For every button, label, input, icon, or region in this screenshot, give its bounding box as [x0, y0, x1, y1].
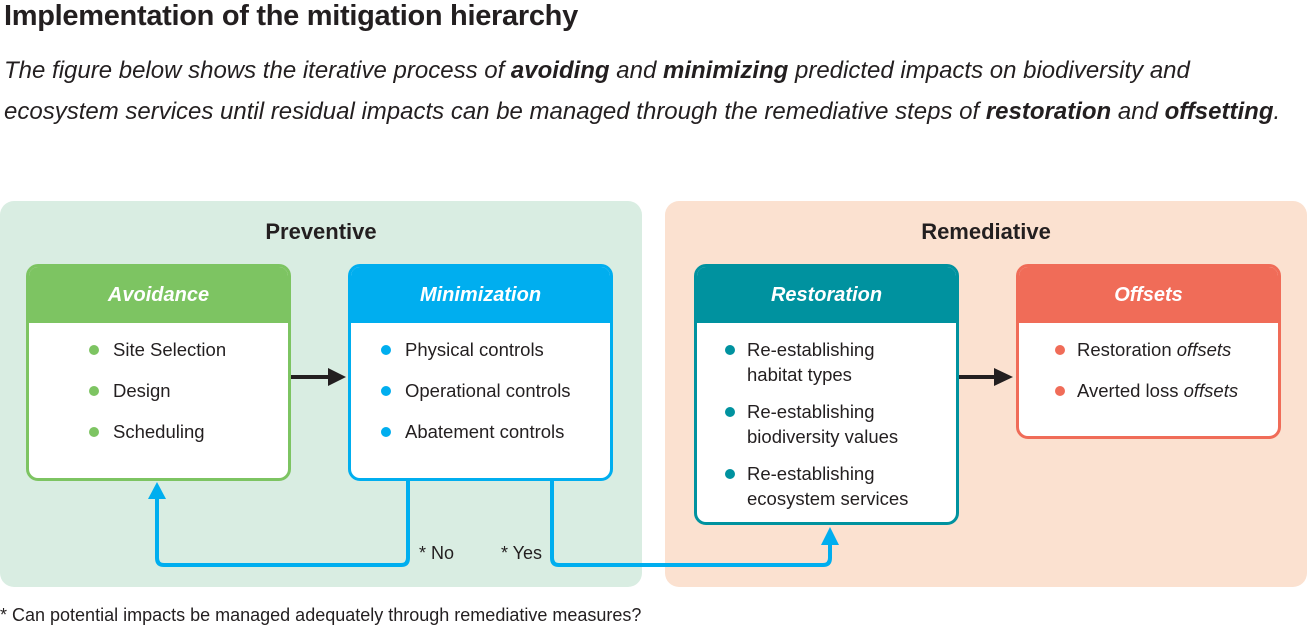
remediative-title: Remediative — [921, 219, 1051, 244]
list-item: Restoration offsets — [1019, 337, 1278, 362]
intro-emphasis-avoiding: avoiding — [510, 57, 610, 84]
bullet-icon — [89, 386, 99, 396]
bullet-icon — [89, 345, 99, 355]
list-item: Re-establishing habitat types — [697, 337, 956, 387]
list-item: Re-establishing biodiversity values — [697, 399, 956, 449]
offsets-box: Offsets Restoration offsets Averted loss… — [1016, 264, 1281, 439]
intro-emphasis-restoration: restoration — [985, 98, 1112, 125]
intro-text: and — [609, 57, 663, 84]
bullet-icon — [381, 386, 391, 396]
list-item: Averted loss offsets — [1019, 378, 1278, 403]
intro-paragraph: The figure below shows the iterative pro… — [4, 50, 1304, 132]
item-text: Averted loss — [1077, 380, 1184, 401]
bullet-icon — [725, 345, 735, 355]
item-text: Restoration — [1077, 339, 1177, 360]
list-item: Design — [29, 378, 288, 403]
list-item: Abatement controls — [351, 419, 610, 444]
list-item: Site Selection — [29, 337, 288, 362]
offsets-header: Offsets — [1019, 267, 1278, 323]
list-item: Physical controls — [351, 337, 610, 362]
list-item-text: Re-establishing — [747, 463, 875, 484]
decision-no-label: * No — [419, 543, 455, 563]
bullet-icon — [1055, 345, 1065, 355]
avoidance-list: Site Selection Design Scheduling — [29, 323, 288, 444]
intro-text: The figure below shows the iterative pro… — [4, 57, 511, 84]
list-item-text: biodiversity values — [747, 426, 899, 447]
minimization-header: Minimization — [351, 267, 610, 323]
decision-yes-label: * Yes — [501, 543, 543, 563]
list-item: Operational controls — [351, 378, 610, 403]
restoration-box: Restoration Re-establishing habitat types… — [694, 264, 959, 525]
list-item: Scheduling — [29, 419, 288, 444]
preventive-title: Preventive — [265, 219, 377, 244]
list-item-text: Scheduling — [113, 421, 205, 442]
intro-emphasis-minimizing: minimizing — [662, 57, 789, 84]
minimization-box: Minimization Physical controls Operation… — [348, 264, 613, 481]
item-italic: offsets — [1176, 339, 1232, 360]
list-item-text: Abatement controls — [405, 421, 565, 442]
bullet-icon — [381, 345, 391, 355]
intro-emphasis-offsetting: offsetting — [1164, 98, 1274, 125]
list-item: Re-establishing ecosystem services — [697, 461, 956, 511]
list-item-text: habitat types — [747, 364, 852, 385]
list-item-text: Design — [113, 380, 171, 401]
list-item-text: ecosystem services — [747, 488, 909, 509]
restoration-list: Re-establishing habitat types Re-establis… — [697, 323, 956, 511]
bullet-icon — [89, 427, 99, 437]
list-item-text: Re-establishing — [747, 401, 875, 422]
bullet-icon — [725, 469, 735, 479]
list-item-text: Physical controls — [405, 339, 544, 360]
minimization-list: Physical controls Operational controls A… — [351, 323, 610, 444]
offsets-list: Restoration offsets Averted loss offsets — [1019, 323, 1278, 403]
list-item-text: Operational controls — [405, 380, 571, 401]
avoidance-box: Avoidance Site Selection Design Scheduli… — [26, 264, 291, 481]
page-title: Implementation of the mitigation hierarc… — [4, 0, 578, 32]
restoration-header: Restoration — [697, 267, 956, 323]
bullet-icon — [1055, 386, 1065, 396]
intro-text: and — [1111, 98, 1165, 125]
bullet-icon — [725, 407, 735, 417]
list-item-text: Restoration offsets — [1077, 337, 1278, 362]
list-item-text: Averted loss offsets — [1077, 378, 1278, 403]
bullet-icon — [381, 427, 391, 437]
list-item-text: Site Selection — [113, 339, 227, 360]
list-item-text: Re-establishing — [747, 339, 875, 360]
footnote: * Can potential impacts be managed adequ… — [0, 605, 642, 625]
item-italic: offsets — [1183, 380, 1239, 401]
intro-text: . — [1273, 98, 1281, 125]
avoidance-header: Avoidance — [29, 267, 288, 323]
